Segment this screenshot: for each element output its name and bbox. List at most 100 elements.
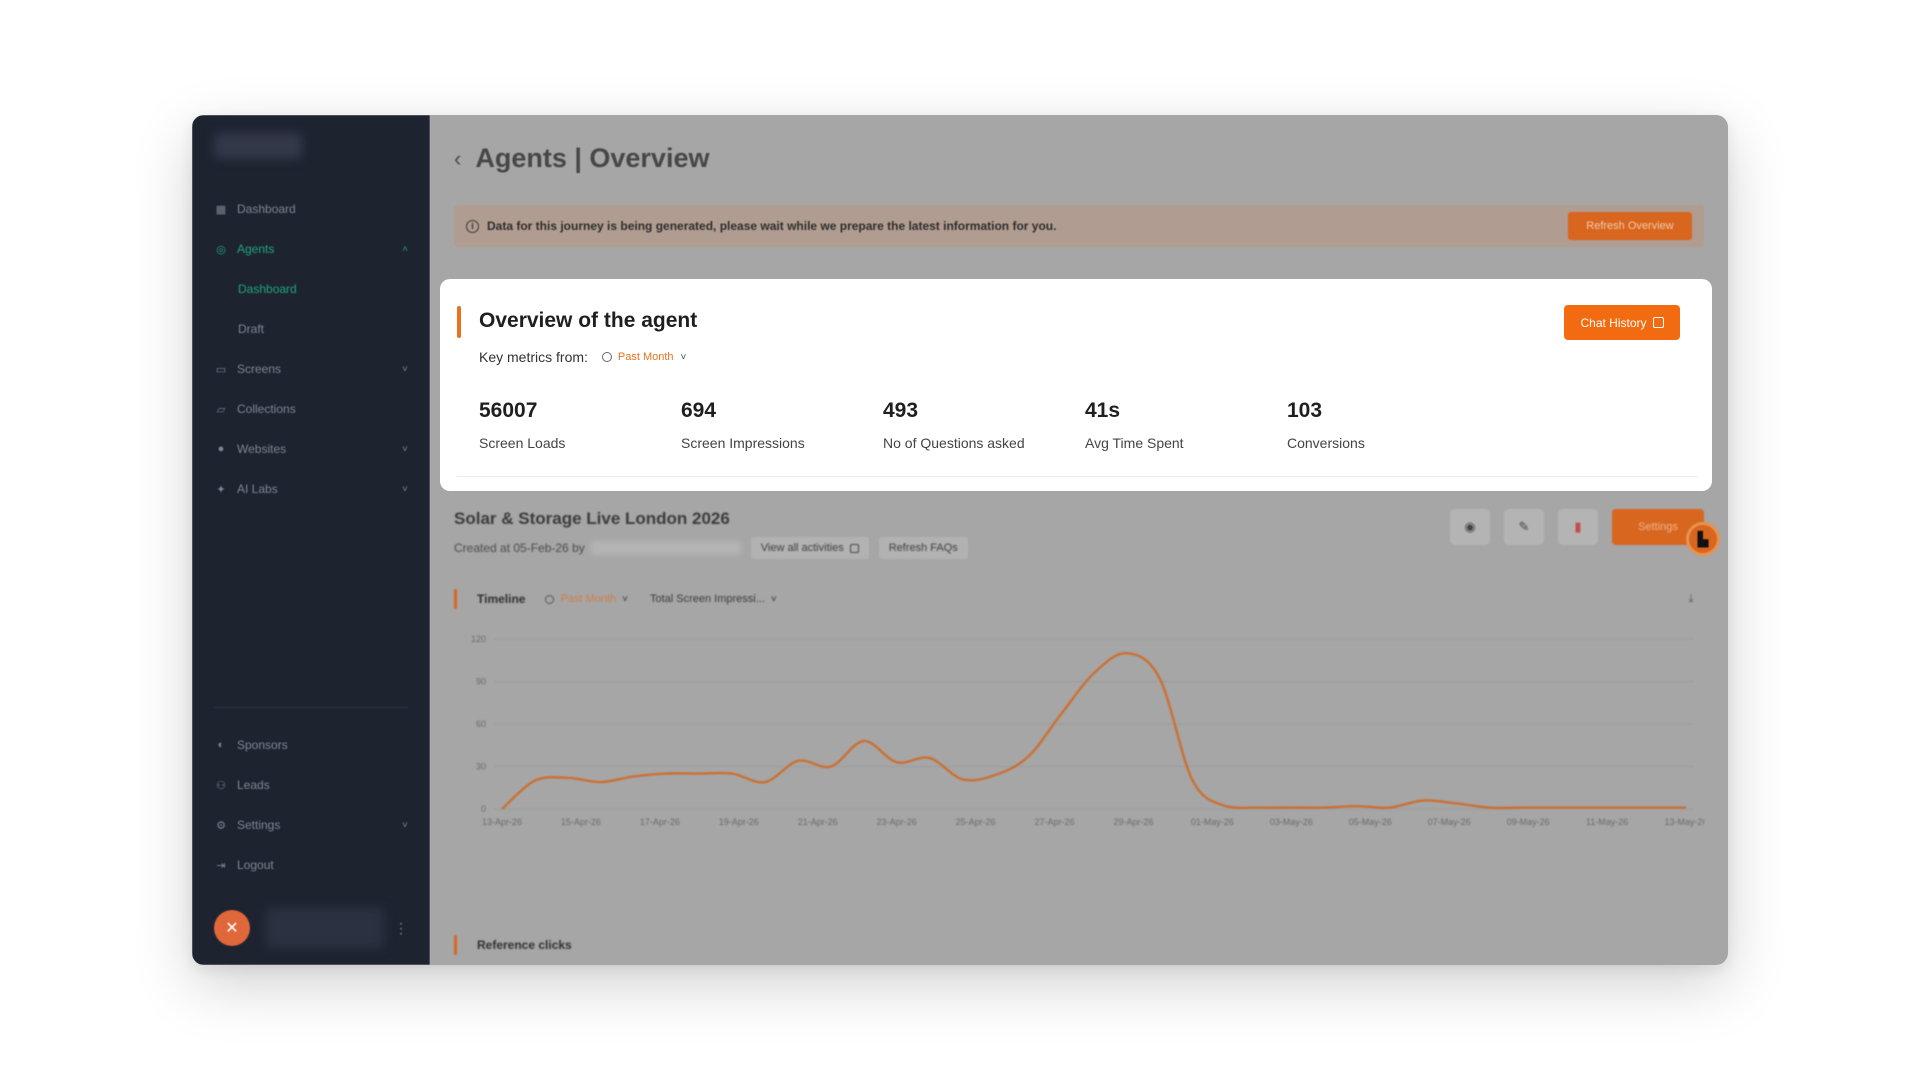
sidebar-item-label: Screens <box>237 362 282 376</box>
logout-icon: ⇥ <box>216 859 226 872</box>
avatar[interactable]: ✕ <box>214 910 250 946</box>
delete-trash-icon[interactable]: ▮ <box>1558 509 1598 545</box>
notice-text: Data for this journey is being generated… <box>487 219 1057 233</box>
back-icon[interactable]: ‹ <box>454 146 461 172</box>
sidebar-item-collections[interactable]: ▱ Collections <box>192 389 430 429</box>
page-header: ‹ Agents | Overview <box>454 143 709 174</box>
chevron-down-icon: ˅ <box>402 443 408 455</box>
page-title: Agents | Overview <box>475 143 710 173</box>
x-tick-label: 11-May-26 <box>1586 817 1628 827</box>
sidebar-item-dashboard[interactable]: ▦ Dashboard <box>192 189 430 229</box>
metric-label: Conversions <box>1287 435 1365 451</box>
key-metrics-label: Key metrics from: <box>479 349 588 365</box>
sidebar-item-label: Dashboard <box>237 202 296 216</box>
sidebar-item-label: AI Labs <box>237 482 278 496</box>
agent-icon: ◎ <box>216 243 226 256</box>
sidebar-nav: ▦ Dashboard ◎ Agents ˄ Dashboard Draft ▭… <box>192 189 430 509</box>
users-icon: ⚇ <box>216 779 226 792</box>
sidebar-item-label: Logout <box>237 858 274 872</box>
x-tick-label: 23-Apr-26 <box>877 817 917 827</box>
x-tick-label: 25-Apr-26 <box>956 817 996 827</box>
y-tick-label: 0 <box>481 804 486 814</box>
card-divider <box>457 476 1698 477</box>
preview-eye-icon[interactable]: ◉ <box>1450 509 1490 545</box>
metric-value: 103 <box>1287 399 1323 422</box>
metric-value: 694 <box>681 399 717 422</box>
sidebar-bottom-nav: ◐ Sponsors ⚇ Leads ⚙ Settings ˅ ⇥ Logout <box>192 725 430 885</box>
globe-icon: ● <box>217 443 225 455</box>
range-dropdown[interactable]: Past Month ˅ <box>601 351 687 363</box>
chevron-down-icon: ˅ <box>402 819 408 831</box>
sidebar-item-settings[interactable]: ⚙ Settings ˅ <box>192 805 430 845</box>
metric-avg-time-spent: 41s Avg Time Spent <box>1085 399 1287 451</box>
sidebar-subitem-dashboard[interactable]: Dashboard <box>192 269 430 309</box>
gear-icon: ⚙ <box>216 819 226 832</box>
sidebar-item-label: Settings <box>237 818 281 832</box>
sidebar-item-label: Websites <box>237 442 287 456</box>
metric-screen-loads: 56007 Screen Loads <box>479 399 681 451</box>
metric-value: 56007 <box>479 399 538 422</box>
metric-questions-asked: 493 No of Questions asked <box>883 399 1085 451</box>
sidebar: ▦ Dashboard ◎ Agents ˄ Dashboard Draft ▭… <box>192 115 430 965</box>
folder-icon: ▱ <box>216 403 226 416</box>
x-tick-label: 09-May-26 <box>1507 817 1550 827</box>
calendar-icon <box>601 352 612 362</box>
chat-history-label: Chat History <box>1580 315 1647 330</box>
x-tick-label: 05-May-26 <box>1349 817 1392 827</box>
chevron-down-icon: ˅ <box>402 363 408 375</box>
sidebar-item-websites[interactable]: ● Websites ˅ <box>192 429 430 469</box>
created-at-text: Created at 05-Feb-26 by <box>454 541 585 555</box>
edit-pencil-icon[interactable]: ✎ <box>1504 509 1544 545</box>
view-activities-button[interactable]: View all activities <box>750 537 869 559</box>
download-icon[interactable]: ⤓ <box>1678 588 1704 610</box>
timeline-accent-bar <box>454 589 457 609</box>
user-name-redacted <box>266 908 384 948</box>
x-tick-label: 03-May-26 <box>1270 817 1313 827</box>
kebab-menu-icon[interactable]: ⋮ <box>394 920 408 937</box>
info-icon: i <box>466 219 479 233</box>
app-logo[interactable] <box>214 133 302 159</box>
refresh-overview-button[interactable]: Refresh Overview <box>1568 212 1692 240</box>
floating-assistant-button[interactable]: ▙ <box>1686 522 1720 556</box>
metric-value: 41s <box>1085 399 1121 422</box>
creator-name-redacted <box>590 541 741 555</box>
metric-label: Avg Time Spent <box>1085 435 1184 451</box>
sidebar-item-label: Collections <box>237 402 296 416</box>
chat-history-button[interactable]: Chat History <box>1564 305 1680 340</box>
agent-overview-card: Overview of the agent Key metrics from: … <box>440 279 1712 491</box>
chevron-down-icon: ˅ <box>680 351 687 363</box>
metric-conversions: 103 Conversions <box>1287 399 1489 451</box>
metric-screen-impressions: 694 Screen Impressions <box>681 399 883 451</box>
timeline-metric-label: Total Screen Impressi... <box>649 593 765 605</box>
card-accent-bar <box>457 306 461 338</box>
sidebar-item-screens[interactable]: ▭ Screens ˅ <box>192 349 430 389</box>
sidebar-item-sponsors[interactable]: ◐ Sponsors <box>192 725 430 765</box>
sidebar-item-label: Agents <box>237 242 275 256</box>
sidebar-subitem-draft[interactable]: Draft <box>192 309 430 349</box>
sidebar-item-ai-labs[interactable]: ✦ AI Labs ˅ <box>192 469 430 509</box>
x-tick-label: 01-May-26 <box>1191 817 1234 827</box>
sparkle-icon: ✦ <box>216 483 226 496</box>
chevron-down-icon: ˅ <box>402 483 408 495</box>
overview-title: Overview of the agent <box>479 309 698 332</box>
calendar-icon <box>545 594 555 604</box>
timeline-range-dropdown[interactable]: Past Month ˅ <box>545 593 628 605</box>
sidebar-item-logout[interactable]: ⇥ Logout <box>192 845 430 885</box>
timeline-metric-dropdown[interactable]: Total Screen Impressi... ˅ <box>650 593 777 605</box>
reference-clicks-header: Reference clicks <box>454 935 572 955</box>
x-tick-label: 27-Apr-26 <box>1035 817 1075 827</box>
key-metrics-row: Key metrics from: Past Month ˅ <box>479 349 686 365</box>
journey-actions: ◉ ✎ ▮ Settings <box>1436 509 1704 545</box>
chevron-up-icon: ˄ <box>402 243 408 255</box>
grid-icon: ▦ <box>215 203 227 216</box>
journey-section: Solar & Storage Live London 2026 Created… <box>454 509 1704 559</box>
sidebar-item-agents[interactable]: ◎ Agents ˄ <box>192 229 430 269</box>
refresh-faqs-button[interactable]: Refresh FAQs <box>878 537 968 559</box>
view-activities-label: View all activities <box>760 542 844 554</box>
user-profile[interactable]: ✕ ⋮ <box>192 891 430 965</box>
x-tick-label: 29-Apr-26 <box>1113 817 1153 827</box>
sidebar-item-leads[interactable]: ⚇ Leads <box>192 765 430 805</box>
sidebar-item-label: Leads <box>237 778 270 792</box>
metrics-row: 56007 Screen Loads 694 Screen Impression… <box>479 399 1489 451</box>
x-tick-label: 07-May-26 <box>1428 817 1471 827</box>
